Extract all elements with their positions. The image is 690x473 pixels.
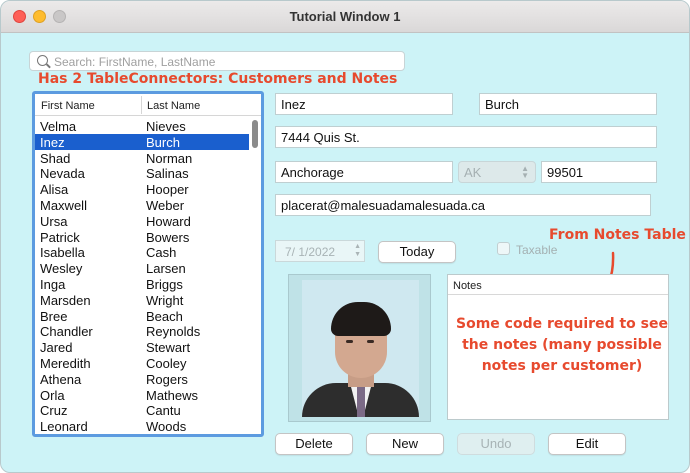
zip-field[interactable]: 99501: [541, 161, 657, 183]
table-row[interactable]: Maxwell Weber: [35, 197, 249, 213]
window-title: Tutorial Window 1: [289, 9, 401, 24]
table-row[interactable]: Orla Mathews: [35, 387, 249, 403]
list-scrollbar[interactable]: [252, 120, 258, 148]
cell-last-name: Cooley: [146, 355, 187, 371]
cell-first-name: Isabella: [40, 245, 85, 261]
delete-button[interactable]: Delete: [275, 433, 353, 455]
cell-first-name: Athena: [40, 371, 82, 387]
customer-photo: [302, 280, 419, 417]
state-popup[interactable]: AK ▲ ▼: [458, 161, 536, 183]
cell-last-name: Cash: [146, 245, 177, 261]
table-row[interactable]: Leonard Woods: [35, 418, 249, 434]
cell-last-name: Burch: [146, 134, 180, 150]
cell-first-name: Patrick: [40, 229, 80, 245]
notes-column-header: Notes: [448, 275, 668, 295]
date-value: 7/ 1/2022: [285, 245, 336, 259]
column-header-first-name[interactable]: First Name: [41, 100, 95, 112]
table-row[interactable]: Meredith Cooley: [35, 355, 249, 371]
table-row[interactable]: Patrick Bowers: [35, 229, 249, 245]
taxable-checkbox[interactable]: [497, 242, 510, 255]
search-input[interactable]: [54, 53, 399, 70]
stepper-icon[interactable]: ▲ ▼: [354, 243, 361, 259]
cell-last-name: Hooper: [146, 182, 189, 198]
table-row[interactable]: Nevada Salinas: [35, 165, 249, 181]
table-row[interactable]: Ursa Howard: [35, 213, 249, 229]
address-field[interactable]: 7444 Quis St.: [275, 126, 657, 148]
taxable-label: Taxable: [516, 243, 558, 257]
cell-last-name: Bowers: [146, 229, 190, 245]
column-header-last-name[interactable]: Last Name: [147, 100, 200, 112]
list-header: First Name Last Name: [35, 94, 261, 116]
app-window: Tutorial Window 1 Has 2 TableConnectors:…: [0, 0, 690, 473]
cell-first-name: Orla: [40, 387, 65, 403]
cell-first-name: Cruz: [40, 403, 68, 419]
cell-last-name: Howard: [146, 213, 191, 229]
cell-last-name: Larsen: [146, 261, 186, 277]
state-value: AK: [464, 165, 482, 180]
table-row[interactable]: Athena Rogers: [35, 371, 249, 387]
cell-last-name: Wright: [146, 292, 184, 308]
table-row[interactable]: Bree Beach: [35, 308, 249, 324]
cell-first-name: Velma: [40, 119, 77, 134]
annotation-code-required: Some code required to see the notes (man…: [456, 316, 668, 374]
table-row[interactable]: Wesley Larsen: [35, 260, 249, 276]
table-row[interactable]: Chandler Reynolds: [35, 323, 249, 339]
cell-first-name: Alisa: [40, 182, 69, 198]
cell-last-name: Beach: [146, 308, 183, 324]
table-row[interactable]: Marsden Wright: [35, 292, 249, 308]
cell-last-name: Norman: [146, 150, 193, 166]
last-name-field[interactable]: Burch: [479, 93, 657, 115]
table-row[interactable]: Inez Burch: [35, 133, 249, 150]
cell-first-name: Marsden: [40, 292, 91, 308]
cell-first-name: Inga: [40, 276, 66, 292]
cell-first-name: Meredith: [40, 355, 91, 371]
new-button[interactable]: New: [366, 433, 444, 455]
first-name-field[interactable]: Inez: [275, 93, 453, 115]
cell-last-name: Cantu: [146, 403, 181, 419]
cell-first-name: Nevada: [40, 166, 85, 182]
cell-first-name: Bree: [40, 308, 68, 324]
table-row[interactable]: Jared Stewart: [35, 339, 249, 355]
customer-photo-well[interactable]: [288, 274, 431, 422]
table-row[interactable]: Velma Nieves: [35, 118, 249, 134]
table-row[interactable]: Shad Norman: [35, 150, 249, 166]
customer-list[interactable]: First Name Last Name Velma Nieves Inez Burc…: [32, 91, 264, 437]
cell-last-name: Weber: [146, 197, 185, 213]
search-icon: [37, 55, 48, 66]
annotation-connectors: Has 2 TableConnectors: Customers and Not…: [38, 71, 398, 87]
cell-first-name: Leonard: [40, 419, 88, 435]
cell-last-name: Mathews: [146, 387, 199, 403]
list-rows: Velma Nieves Inez Burch Shad Norman Nevada Sali…: [35, 118, 249, 434]
cell-last-name: Reynolds: [146, 324, 201, 340]
undo-button[interactable]: Undo: [457, 433, 535, 455]
cell-first-name: Chandler: [40, 324, 93, 340]
table-row[interactable]: Isabella Cash: [35, 244, 249, 260]
cell-first-name: Inez: [40, 134, 65, 150]
cell-first-name: Shad: [40, 150, 71, 166]
title-bar[interactable]: Tutorial Window 1: [1, 1, 689, 33]
table-row[interactable]: Alisa Hooper: [35, 181, 249, 197]
cell-last-name: Salinas: [146, 166, 189, 182]
edit-button[interactable]: Edit: [548, 433, 626, 455]
date-picker[interactable]: 7/ 1/2022 ▲ ▼: [275, 240, 365, 262]
chevron-up-down-icon: ▲ ▼: [521, 164, 529, 180]
table-row[interactable]: Cruz Cantu: [35, 402, 249, 418]
cell-last-name: Rogers: [146, 371, 188, 387]
cell-first-name: Wesley: [40, 261, 83, 277]
cell-first-name: Maxwell: [40, 197, 87, 213]
cell-last-name: Briggs: [146, 276, 183, 292]
search-field[interactable]: [29, 51, 405, 71]
cell-first-name: Ursa: [40, 213, 68, 229]
cell-last-name: Stewart: [146, 340, 191, 356]
column-divider: [141, 96, 142, 114]
table-row[interactable]: Inga Briggs: [35, 276, 249, 292]
cell-first-name: Jared: [40, 340, 73, 356]
annotation-notes-table: From Notes Table: [549, 227, 686, 243]
today-button[interactable]: Today: [378, 241, 456, 263]
email-field[interactable]: placerat@malesuadamalesuada.ca: [275, 194, 651, 216]
cell-last-name: Woods: [146, 419, 187, 435]
cell-last-name: Nieves: [146, 119, 186, 134]
city-field[interactable]: Anchorage: [275, 161, 453, 183]
